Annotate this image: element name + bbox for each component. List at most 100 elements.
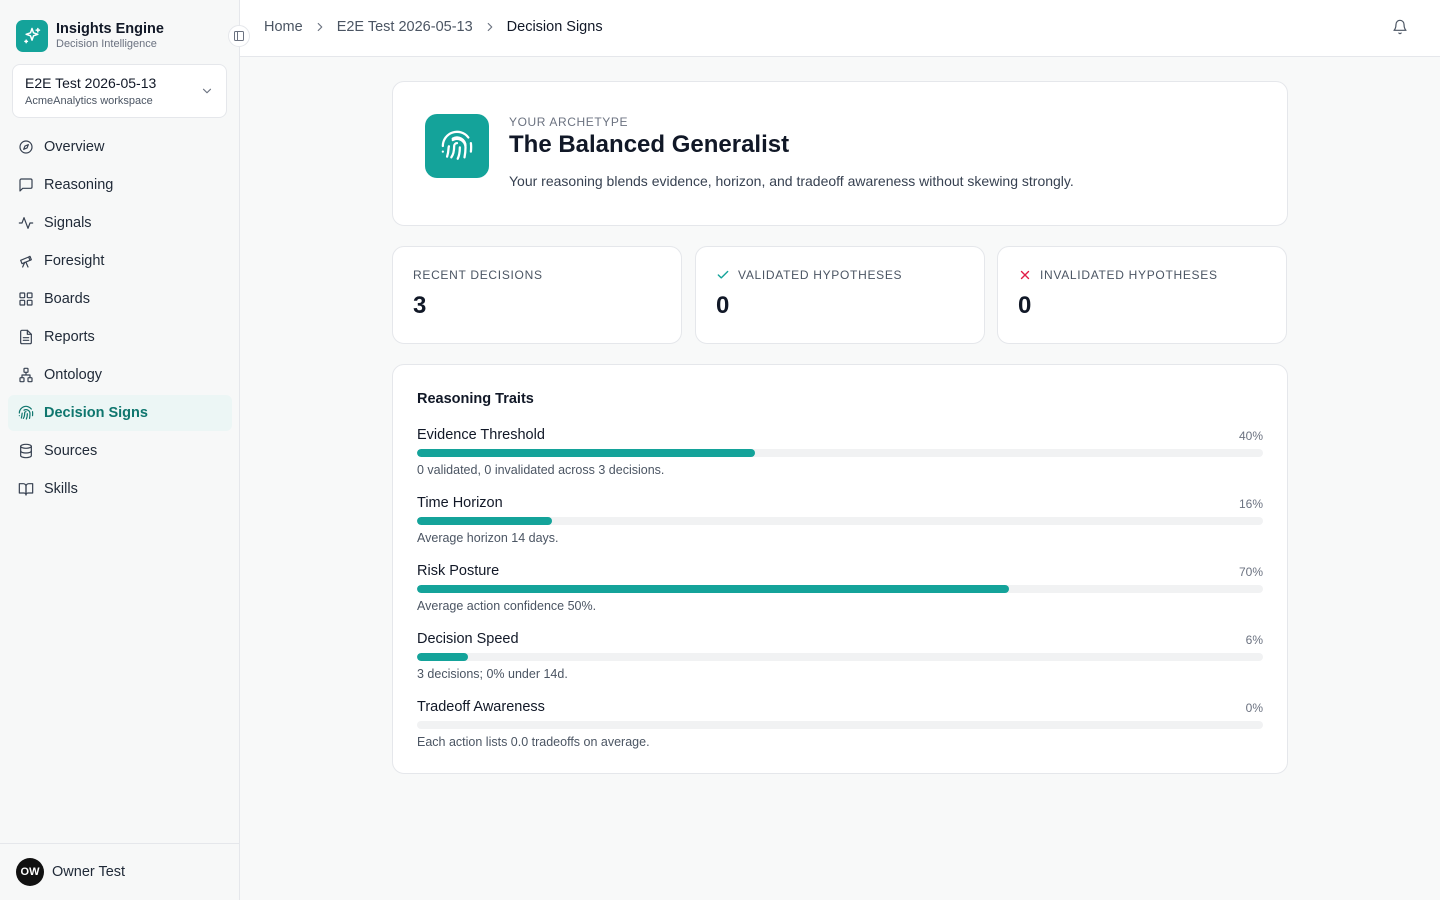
trait-name: Evidence Threshold — [417, 427, 545, 443]
sidebar-item-reasoning[interactable]: Reasoning — [8, 167, 232, 203]
x-icon — [1020, 270, 1030, 280]
sidebar-item-overview[interactable]: Overview — [8, 129, 232, 165]
archetype-eyebrow: YOUR ARCHETYPE — [509, 115, 629, 129]
sidebar-nav: Overview Reasoning Signals Foresight Boa… — [8, 129, 232, 509]
sidebar-item-skills[interactable]: Skills — [8, 471, 232, 507]
trait-note: 0 validated, 0 invalidated across 3 deci… — [417, 463, 665, 477]
file-text-icon — [20, 329, 32, 345]
sidebar-item-label: Ontology — [44, 367, 103, 383]
trait-progress-fill — [417, 585, 1010, 593]
stat-label: INVALIDATED HYPOTHESES — [1040, 268, 1218, 282]
trait-progress-track — [417, 585, 1263, 593]
stat-value: 0 — [716, 292, 730, 319]
trait-progress-track — [417, 653, 1263, 661]
check-icon — [717, 270, 729, 279]
breadcrumb: Home E2E Test 2026-05-13 Decision Signs — [264, 19, 603, 35]
archetype-description: Your reasoning blends evidence, horizon,… — [509, 173, 1074, 189]
brand[interactable]: Insights Engine Decision Intelligence — [16, 20, 164, 52]
trait-name: Tradeoff Awareness — [417, 699, 545, 715]
trait-progress-fill — [417, 653, 468, 661]
trait-name: Risk Posture — [417, 563, 500, 579]
sidebar-item-label: Foresight — [44, 253, 105, 269]
user-menu[interactable]: OW Owner Test — [0, 843, 239, 900]
trait-percent: 16% — [1238, 497, 1263, 511]
sidebar-item-label: Skills — [44, 481, 78, 497]
workspace-name: E2E Test 2026-05-13 — [25, 75, 157, 91]
chevron-right-icon — [483, 20, 497, 34]
trait-progress-track — [417, 517, 1263, 525]
trait-progress-fill — [417, 449, 756, 457]
trait-percent: 40% — [1238, 429, 1263, 443]
sidebar-item-label: Reasoning — [44, 177, 114, 193]
chevron-right-icon — [313, 20, 327, 34]
sidebar-item-label: Decision Signs — [44, 405, 148, 421]
archetype-card: YOUR ARCHETYPE The Balanced Generalist Y… — [392, 81, 1288, 226]
sidebar-item-boards[interactable]: Boards — [8, 281, 232, 317]
workspace-subtitle: AcmeAnalytics workspace — [25, 95, 153, 107]
stat-validated-hypotheses: VALIDATED HYPOTHESES 0 — [695, 246, 985, 344]
stat-label: VALIDATED HYPOTHESES — [738, 268, 903, 282]
reasoning-traits-card: Reasoning Traits Evidence Threshold 40% … — [392, 364, 1288, 774]
stat-value: 3 — [413, 292, 427, 319]
activity-icon — [18, 217, 34, 229]
trait-progress-track — [417, 449, 1263, 457]
database-icon — [20, 443, 32, 459]
notifications-button[interactable] — [1392, 19, 1408, 40]
app-subtitle: Decision Intelligence — [56, 38, 157, 50]
sidebar-item-reports[interactable]: Reports — [8, 319, 232, 355]
archetype-title: The Balanced Generalist — [509, 131, 790, 158]
trait-time-horizon: Time Horizon 16% Average horizon 14 days… — [417, 495, 1263, 555]
trait-note: Average action confidence 50%. — [417, 599, 597, 613]
sidebar-item-decision-signs[interactable]: Decision Signs — [8, 395, 232, 431]
trait-name: Time Horizon — [417, 495, 503, 511]
top-bar: Home E2E Test 2026-05-13 Decision Signs — [240, 0, 1440, 57]
user-name: Owner Test — [52, 864, 126, 880]
trait-note: Each action lists 0.0 tradeoffs on avera… — [417, 735, 650, 749]
trait-note: Average horizon 14 days. — [417, 531, 559, 545]
stat-value: 0 — [1018, 292, 1032, 319]
sidebar-item-label: Signals — [44, 215, 92, 231]
breadcrumb-workspace[interactable]: E2E Test 2026-05-13 — [337, 19, 473, 35]
trait-percent: 6% — [1245, 633, 1263, 647]
sidebar-item-foresight[interactable]: Foresight — [8, 243, 232, 279]
sidebar-item-label: Sources — [44, 443, 98, 459]
network-icon — [19, 367, 33, 383]
main-content: YOUR ARCHETYPE The Balanced Generalist Y… — [240, 57, 1440, 900]
avatar: OW — [16, 858, 44, 886]
sidebar-item-sources[interactable]: Sources — [8, 433, 232, 469]
bell-icon — [1393, 19, 1407, 35]
message-square-icon — [19, 178, 33, 192]
trait-risk-posture: Risk Posture 70% Average action confiden… — [417, 563, 1263, 623]
stat-recent-decisions: RECENT DECISIONS 3 — [392, 246, 682, 344]
trait-name: Decision Speed — [417, 631, 519, 647]
sidebar-item-label: Overview — [44, 139, 105, 155]
sidebar-item-label: Reports — [44, 329, 95, 345]
collapse-sidebar-button[interactable] — [228, 25, 250, 47]
book-open-icon — [18, 483, 34, 496]
app-name: Insights Engine — [56, 21, 164, 37]
sidebar-item-label: Boards — [44, 291, 90, 307]
stat-label: RECENT DECISIONS — [413, 268, 543, 282]
trait-note: 3 decisions; 0% under 14d. — [417, 667, 568, 681]
trait-decision-speed: Decision Speed 6% 3 decisions; 0% under … — [417, 631, 1263, 691]
fingerprint-icon — [425, 114, 489, 178]
telescope-icon — [20, 255, 32, 268]
reasoning-traits-title: Reasoning Traits — [417, 391, 534, 407]
sidebar-item-ontology[interactable]: Ontology — [8, 357, 232, 393]
trait-progress-fill — [417, 517, 553, 525]
trait-tradeoff-awareness: Tradeoff Awareness 0% Each action lists … — [417, 699, 1263, 759]
stat-invalidated-hypotheses: INVALIDATED HYPOTHESES 0 — [997, 246, 1287, 344]
fingerprint-icon — [18, 405, 34, 420]
trait-percent: 0% — [1245, 701, 1263, 715]
compass-icon — [19, 140, 33, 154]
breadcrumb-home[interactable]: Home — [264, 19, 303, 35]
panel-left-icon — [234, 31, 244, 41]
trait-percent: 70% — [1238, 565, 1263, 579]
workspace-switcher[interactable]: E2E Test 2026-05-13 AcmeAnalytics worksp… — [12, 64, 227, 118]
trait-progress-track — [417, 721, 1263, 729]
sidebar-item-signals[interactable]: Signals — [8, 205, 232, 241]
trait-evidence-threshold: Evidence Threshold 40% 0 validated, 0 in… — [417, 427, 1263, 487]
chevron-down-icon — [202, 88, 212, 94]
sidebar: Insights Engine Decision Intelligence E2… — [0, 0, 250, 900]
sparkles-icon — [16, 20, 48, 52]
